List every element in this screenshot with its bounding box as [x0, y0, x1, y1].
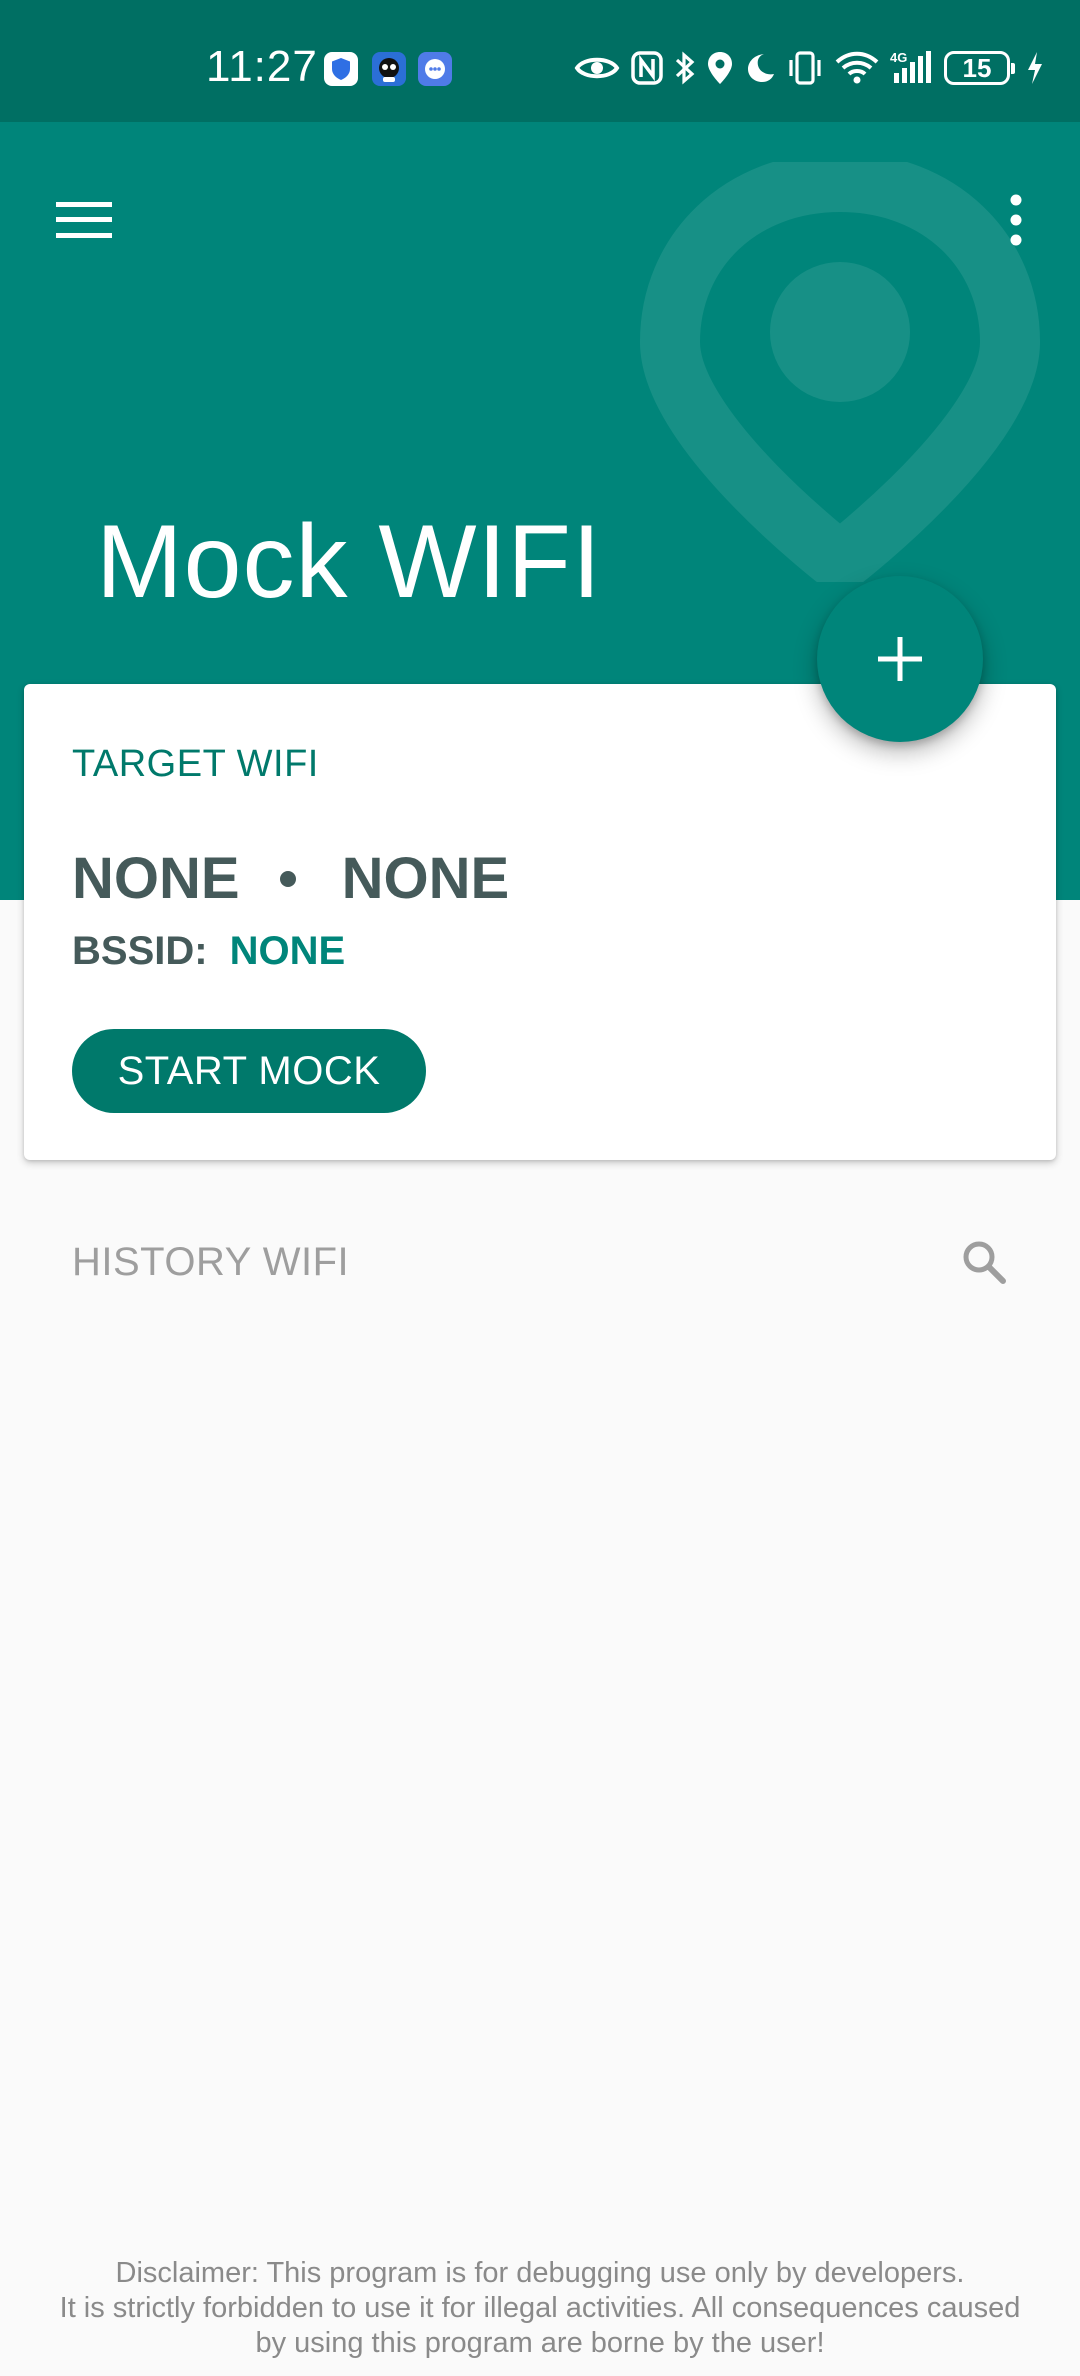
disclaimer: Disclaimer: This program is for debuggin… [0, 2256, 1080, 2361]
location-icon [706, 50, 734, 86]
disclaimer-line-2: It is strictly forbidden to use it for i… [59, 2292, 1021, 2324]
nfc-icon [630, 50, 664, 86]
battery-icon: 15 [944, 51, 1015, 85]
target-wifi-card: TARGET WIFI NONE NONE BSSID: NONE START M… [24, 684, 1056, 1160]
separator-dot [279, 871, 296, 887]
menu-icon [56, 202, 112, 238]
signal-icon: 4G [890, 49, 934, 87]
disclaimer-line-1: Disclaimer: This program is for debuggin… [115, 2257, 965, 2289]
wifi-icon [834, 50, 880, 86]
shield-app-icon [324, 52, 358, 86]
target-security: NONE [341, 846, 510, 911]
robot-app-icon [372, 52, 406, 86]
search-icon [963, 1241, 1006, 1284]
page-title: Mock WIFI [96, 504, 602, 620]
target-wifi-heading: TARGET WIFI [72, 743, 319, 785]
bssid-line: BSSID: NONE [72, 924, 345, 978]
target-ssid: NONE [72, 846, 240, 911]
status-bar: 11:27 4G 15 [0, 0, 1080, 122]
more-options-button[interactable] [980, 176, 1052, 264]
more-vert-icon [1010, 194, 1022, 246]
menu-button[interactable] [40, 176, 128, 264]
chat-app-icon [418, 52, 452, 86]
vibrate-icon [786, 50, 824, 86]
charging-icon [1026, 51, 1044, 85]
plus-icon [878, 637, 922, 681]
history-wifi-title: HISTORY WIFI [72, 1240, 350, 1284]
status-icons: 4G 15 [574, 44, 1044, 92]
search-history-button[interactable] [944, 1226, 1024, 1298]
disclaimer-line-3: by using this program are borne by the u… [255, 2327, 825, 2359]
target-wifi-info: NONE NONE [72, 844, 509, 914]
bluetooth-icon [674, 50, 696, 86]
svg-text:4G: 4G [890, 50, 907, 65]
bssid-value: NONE [229, 929, 346, 973]
eye-icon [574, 51, 620, 85]
start-mock-button[interactable]: START MOCK [72, 1029, 426, 1113]
bssid-label: BSSID: [72, 929, 208, 973]
add-wifi-fab[interactable] [817, 576, 983, 742]
moon-icon [744, 51, 776, 85]
status-time: 11:27 [206, 42, 318, 91]
